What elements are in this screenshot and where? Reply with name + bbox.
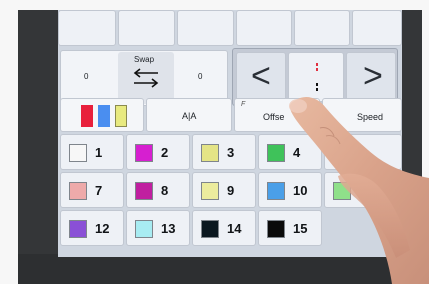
color-bars-icon [81, 105, 127, 127]
prev-chevron-icon: < [251, 57, 271, 95]
colors-button[interactable] [60, 98, 144, 132]
offset-label: Offse [263, 112, 285, 122]
color-swatch [135, 144, 153, 162]
color-swatch [201, 182, 219, 200]
color-swatch [135, 220, 153, 238]
blank-button[interactable] [177, 10, 234, 46]
palette-color-button[interactable]: 12 [60, 210, 124, 246]
swap-label: Swap [134, 55, 155, 64]
color-number: 6 [359, 145, 367, 160]
color-number: 2 [161, 145, 169, 160]
palette-color-button[interactable]: 4 [258, 134, 322, 170]
align-button[interactable]: A|A [146, 98, 232, 132]
color-number: 7 [95, 183, 103, 198]
position-indicator [288, 52, 344, 102]
touch-screen: 0 Swap 0 < > A|A F Offse Speed 1 2 3 4 6… [58, 10, 402, 257]
prev-button[interactable]: < [236, 52, 286, 102]
photo-scene: 0 Swap 0 < > A|A F Offse Speed 1 2 3 4 6… [0, 0, 429, 284]
offset-prefix: F [241, 101, 246, 108]
color-swatch [69, 144, 87, 162]
swap-arrows-icon [133, 68, 159, 88]
blank-button[interactable] [236, 10, 292, 46]
right-value: 0 [198, 72, 203, 81]
offset-button[interactable]: F Offse [234, 98, 320, 132]
left-value-field[interactable]: 0 [62, 52, 116, 104]
color-number: 8 [161, 183, 169, 198]
palette-color-button[interactable]: 11 [324, 172, 402, 208]
palette-color-button[interactable]: 10 [258, 172, 322, 208]
right-value-field[interactable]: 0 [176, 52, 226, 104]
color-number: 15 [293, 221, 308, 236]
palette-color-button[interactable]: 8 [126, 172, 190, 208]
palette-color-button[interactable]: 14 [192, 210, 256, 246]
palette-color-button[interactable]: 3 [192, 134, 256, 170]
position-marker-black [316, 83, 318, 93]
color-swatch [201, 144, 219, 162]
blank-button[interactable] [118, 10, 175, 46]
next-button[interactable]: > [346, 52, 396, 102]
palette-color-button[interactable]: 2 [126, 134, 190, 170]
color-swatch [267, 144, 285, 162]
color-number: 14 [227, 221, 242, 236]
color-swatch [267, 182, 285, 200]
color-number: 12 [95, 221, 110, 236]
palette-color-button[interactable]: 7 [60, 172, 124, 208]
speed-button[interactable]: Speed [322, 98, 402, 132]
color-number: 4 [293, 145, 301, 160]
palette-color-button[interactable]: 15 [258, 210, 322, 246]
color-swatch [69, 182, 87, 200]
blank-button[interactable] [352, 10, 402, 46]
blank-button[interactable] [58, 10, 116, 46]
color-number: 13 [161, 221, 176, 236]
color-swatch [267, 220, 285, 238]
next-chevron-icon: > [363, 57, 383, 95]
palette-color-button[interactable]: 9 [192, 172, 256, 208]
device-bezel-bottom [18, 254, 422, 284]
color-swatch [135, 182, 153, 200]
palette-color-button[interactable]: 6 [324, 134, 402, 170]
color-number: 3 [227, 145, 235, 160]
palette-color-button[interactable]: 1 [60, 134, 124, 170]
color-swatch [201, 220, 219, 238]
color-number: 1 [95, 145, 103, 160]
palette-color-button[interactable]: 13 [126, 210, 190, 246]
color-swatch [69, 220, 87, 238]
color-swatch [333, 144, 351, 162]
color-number: 11 [359, 183, 373, 198]
color-swatch [333, 182, 351, 200]
color-number: 9 [227, 183, 235, 198]
left-value: 0 [84, 72, 89, 81]
swap-button[interactable]: Swap [118, 52, 174, 104]
speed-label: Speed [357, 112, 384, 122]
blank-button[interactable] [294, 10, 350, 46]
align-label: A|A [182, 111, 197, 121]
position-marker-red [316, 63, 318, 73]
color-number: 10 [293, 183, 308, 198]
